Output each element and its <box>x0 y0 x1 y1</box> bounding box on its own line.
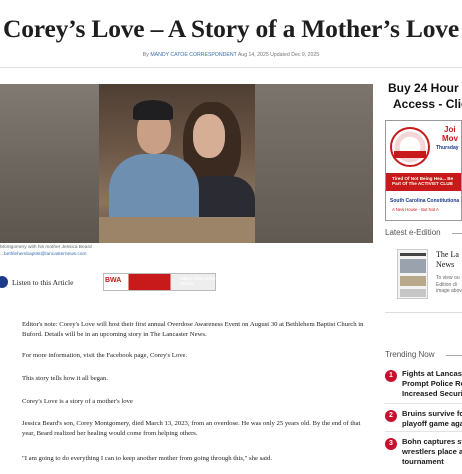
seal-icon <box>390 127 430 167</box>
divider <box>385 403 462 404</box>
e-edition-thumbnail[interactable] <box>397 249 428 299</box>
listen-to-article-button[interactable]: Listen to this Article <box>12 278 73 287</box>
ad-day-text: Thursday <box>436 145 459 151</box>
ad-text: Billion Head Save Money <box>180 276 216 286</box>
divider <box>0 67 462 68</box>
article-title: Corey’s Love – A Story of a Mother’s Lov… <box>3 14 459 43</box>
photo-subjects <box>99 84 255 243</box>
photo-blur-left <box>0 84 99 243</box>
ad-org: South Carolina Constitutiona <box>390 198 460 204</box>
byline: By MANDY CATOE CORRESPONDENT Aug 14, 202… <box>0 52 462 58</box>
photo-caption: Montgomery with his mother Jessica Beard <box>0 245 92 250</box>
subscribe-promo-line1[interactable]: Buy 24 Hour W <box>388 81 462 95</box>
e-edition-title[interactable]: The La News <box>436 250 462 270</box>
e-edition-description: To view ou Edition cli image abov <box>436 275 462 295</box>
article-paragraph: For more information, visit the Facebook… <box>22 352 188 359</box>
trending-item[interactable]: Fights at Lancaste Prompt Police Res Inc… <box>402 369 462 399</box>
ad-tagline: Tired Of Not Being Hea... Be Part Of The… <box>392 176 454 186</box>
photo-credit[interactable]: ...bethlehembaptist@lancasternews.com <box>0 252 86 257</box>
subscribe-promo-line2[interactable]: Access - Click <box>393 97 462 111</box>
trending-rank-badge: 3 <box>385 438 397 450</box>
play-audio-icon[interactable] <box>0 276 8 288</box>
divider <box>452 233 462 234</box>
article-paragraph: This story tells how it all began. <box>22 375 108 382</box>
trending-item[interactable]: Bohn captures sta wrestlers place at tou… <box>402 437 462 467</box>
article-photo[interactable] <box>0 84 373 243</box>
publish-dates: Aug 14, 2025 Updated Dec 9, 2025 <box>237 52 320 58</box>
ad-join-text: Joi <box>444 125 456 134</box>
trending-heading: Trending Now <box>385 350 435 359</box>
article-paragraph: Corey's Love is a story of a mother's lo… <box>22 398 133 405</box>
byline-prefix: By <box>142 52 149 58</box>
trending-rank-badge: 1 <box>385 370 397 382</box>
article-paragraph: Editor's note: Corey's Love will host th… <box>22 321 364 338</box>
author-link[interactable]: MANDY CATOE CORRESPONDENT <box>150 52 236 58</box>
divider <box>385 312 462 313</box>
divider <box>385 431 462 432</box>
sidebar-ad[interactable]: Joi Mov Thursday Tired Of Not Being Hea.… <box>385 120 462 221</box>
ad-slogan: A New House - But Not A <box>392 207 439 212</box>
seal-band <box>394 151 426 158</box>
article-paragraph: "I am going to do everything I can to ke… <box>22 455 273 462</box>
trending-rank-badge: 2 <box>385 410 397 422</box>
latest-edition-heading: Latest e-Edition <box>385 228 441 237</box>
ad-brand: BWA <box>105 277 122 284</box>
article-paragraph: Jessica Beard's son, Corey Montgomery, d… <box>22 420 361 437</box>
photo-blur-right <box>255 84 373 243</box>
divider <box>446 355 462 356</box>
trending-item[interactable]: Bruins survive fou playoff game aga <box>402 409 462 429</box>
ad-movement-text: Mov <box>442 134 458 143</box>
